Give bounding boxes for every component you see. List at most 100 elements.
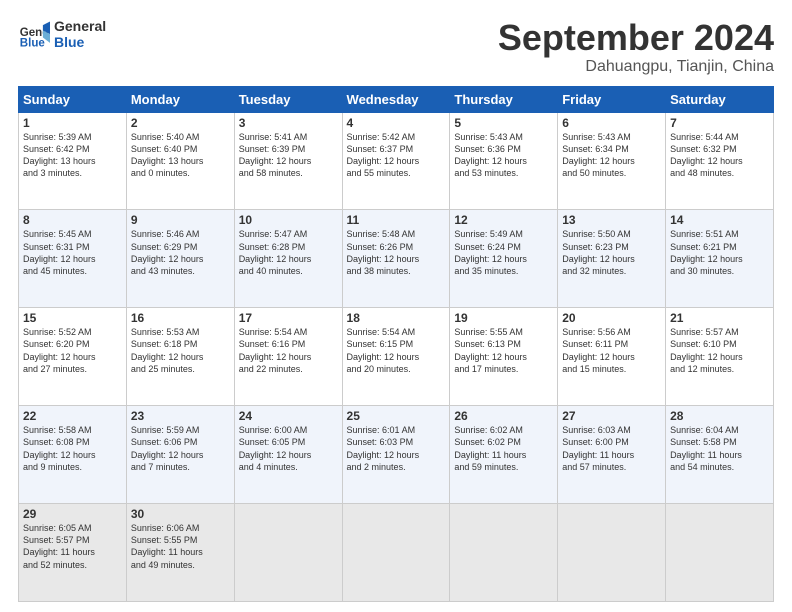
calendar-day-cell: 13Sunrise: 5:50 AM Sunset: 6:23 PM Dayli… <box>558 210 666 308</box>
calendar-empty-cell <box>450 504 558 602</box>
day-info: Sunrise: 5:58 AM Sunset: 6:08 PM Dayligh… <box>23 424 122 473</box>
day-number: 1 <box>23 116 122 130</box>
calendar-empty-cell <box>342 504 450 602</box>
calendar-week-row: 22Sunrise: 5:58 AM Sunset: 6:08 PM Dayli… <box>19 406 774 504</box>
day-number: 26 <box>454 409 553 423</box>
calendar-day-cell: 10Sunrise: 5:47 AM Sunset: 6:28 PM Dayli… <box>234 210 342 308</box>
calendar-day-cell: 22Sunrise: 5:58 AM Sunset: 6:08 PM Dayli… <box>19 406 127 504</box>
day-info: Sunrise: 6:00 AM Sunset: 6:05 PM Dayligh… <box>239 424 338 473</box>
calendar-day-cell: 21Sunrise: 5:57 AM Sunset: 6:10 PM Dayli… <box>666 308 774 406</box>
day-info: Sunrise: 5:54 AM Sunset: 6:16 PM Dayligh… <box>239 326 338 375</box>
logo-line2: Blue <box>54 34 106 50</box>
day-header-thursday: Thursday <box>450 86 558 112</box>
day-info: Sunrise: 5:52 AM Sunset: 6:20 PM Dayligh… <box>23 326 122 375</box>
calendar-day-cell: 2Sunrise: 5:40 AM Sunset: 6:40 PM Daylig… <box>126 112 234 210</box>
calendar-day-cell: 28Sunrise: 6:04 AM Sunset: 5:58 PM Dayli… <box>666 406 774 504</box>
day-info: Sunrise: 5:53 AM Sunset: 6:18 PM Dayligh… <box>131 326 230 375</box>
day-number: 23 <box>131 409 230 423</box>
day-header-friday: Friday <box>558 86 666 112</box>
day-number: 5 <box>454 116 553 130</box>
day-info: Sunrise: 5:50 AM Sunset: 6:23 PM Dayligh… <box>562 228 661 277</box>
calendar-empty-cell <box>234 504 342 602</box>
day-header-tuesday: Tuesday <box>234 86 342 112</box>
calendar-day-cell: 26Sunrise: 6:02 AM Sunset: 6:02 PM Dayli… <box>450 406 558 504</box>
logo: General Blue General Blue <box>18 18 106 50</box>
location: Dahuangpu, Tianjin, China <box>498 58 774 76</box>
day-info: Sunrise: 5:51 AM Sunset: 6:21 PM Dayligh… <box>670 228 769 277</box>
day-info: Sunrise: 5:41 AM Sunset: 6:39 PM Dayligh… <box>239 131 338 180</box>
calendar-day-cell: 30Sunrise: 6:06 AM Sunset: 5:55 PM Dayli… <box>126 504 234 602</box>
calendar-day-cell: 9Sunrise: 5:46 AM Sunset: 6:29 PM Daylig… <box>126 210 234 308</box>
day-info: Sunrise: 6:06 AM Sunset: 5:55 PM Dayligh… <box>131 522 230 571</box>
calendar-day-cell: 24Sunrise: 6:00 AM Sunset: 6:05 PM Dayli… <box>234 406 342 504</box>
day-info: Sunrise: 6:04 AM Sunset: 5:58 PM Dayligh… <box>670 424 769 473</box>
calendar-day-cell: 1Sunrise: 5:39 AM Sunset: 6:42 PM Daylig… <box>19 112 127 210</box>
calendar-day-cell: 5Sunrise: 5:43 AM Sunset: 6:36 PM Daylig… <box>450 112 558 210</box>
logo-line1: General <box>54 18 106 34</box>
day-info: Sunrise: 5:46 AM Sunset: 6:29 PM Dayligh… <box>131 228 230 277</box>
day-header-monday: Monday <box>126 86 234 112</box>
day-number: 18 <box>347 311 446 325</box>
day-info: Sunrise: 5:56 AM Sunset: 6:11 PM Dayligh… <box>562 326 661 375</box>
header: General Blue General Blue September 2024… <box>18 18 774 76</box>
day-info: Sunrise: 6:03 AM Sunset: 6:00 PM Dayligh… <box>562 424 661 473</box>
day-number: 17 <box>239 311 338 325</box>
calendar-empty-cell <box>558 504 666 602</box>
day-info: Sunrise: 5:54 AM Sunset: 6:15 PM Dayligh… <box>347 326 446 375</box>
calendar-day-cell: 17Sunrise: 5:54 AM Sunset: 6:16 PM Dayli… <box>234 308 342 406</box>
day-number: 19 <box>454 311 553 325</box>
calendar-day-cell: 23Sunrise: 5:59 AM Sunset: 6:06 PM Dayli… <box>126 406 234 504</box>
day-number: 13 <box>562 213 661 227</box>
day-number: 28 <box>670 409 769 423</box>
calendar-day-cell: 3Sunrise: 5:41 AM Sunset: 6:39 PM Daylig… <box>234 112 342 210</box>
day-number: 12 <box>454 213 553 227</box>
calendar-day-cell: 7Sunrise: 5:44 AM Sunset: 6:32 PM Daylig… <box>666 112 774 210</box>
calendar-week-row: 29Sunrise: 6:05 AM Sunset: 5:57 PM Dayli… <box>19 504 774 602</box>
day-number: 7 <box>670 116 769 130</box>
calendar-day-cell: 19Sunrise: 5:55 AM Sunset: 6:13 PM Dayli… <box>450 308 558 406</box>
day-header-saturday: Saturday <box>666 86 774 112</box>
calendar-table: SundayMondayTuesdayWednesdayThursdayFrid… <box>18 86 774 602</box>
day-number: 2 <box>131 116 230 130</box>
day-info: Sunrise: 5:45 AM Sunset: 6:31 PM Dayligh… <box>23 228 122 277</box>
title-block: September 2024 Dahuangpu, Tianjin, China <box>498 18 774 76</box>
calendar-day-cell: 6Sunrise: 5:43 AM Sunset: 6:34 PM Daylig… <box>558 112 666 210</box>
calendar-day-cell: 4Sunrise: 5:42 AM Sunset: 6:37 PM Daylig… <box>342 112 450 210</box>
day-number: 22 <box>23 409 122 423</box>
day-info: Sunrise: 5:43 AM Sunset: 6:36 PM Dayligh… <box>454 131 553 180</box>
calendar-day-cell: 15Sunrise: 5:52 AM Sunset: 6:20 PM Dayli… <box>19 308 127 406</box>
calendar-day-cell: 25Sunrise: 6:01 AM Sunset: 6:03 PM Dayli… <box>342 406 450 504</box>
day-number: 8 <box>23 213 122 227</box>
day-number: 14 <box>670 213 769 227</box>
page: General Blue General Blue September 2024… <box>0 0 792 612</box>
day-number: 27 <box>562 409 661 423</box>
day-info: Sunrise: 5:59 AM Sunset: 6:06 PM Dayligh… <box>131 424 230 473</box>
day-info: Sunrise: 5:42 AM Sunset: 6:37 PM Dayligh… <box>347 131 446 180</box>
day-info: Sunrise: 5:57 AM Sunset: 6:10 PM Dayligh… <box>670 326 769 375</box>
calendar-day-cell: 18Sunrise: 5:54 AM Sunset: 6:15 PM Dayli… <box>342 308 450 406</box>
day-number: 3 <box>239 116 338 130</box>
day-info: Sunrise: 6:05 AM Sunset: 5:57 PM Dayligh… <box>23 522 122 571</box>
day-number: 21 <box>670 311 769 325</box>
day-info: Sunrise: 5:47 AM Sunset: 6:28 PM Dayligh… <box>239 228 338 277</box>
day-info: Sunrise: 5:55 AM Sunset: 6:13 PM Dayligh… <box>454 326 553 375</box>
calendar-day-cell: 20Sunrise: 5:56 AM Sunset: 6:11 PM Dayli… <box>558 308 666 406</box>
day-info: Sunrise: 5:49 AM Sunset: 6:24 PM Dayligh… <box>454 228 553 277</box>
calendar-empty-cell <box>666 504 774 602</box>
day-number: 29 <box>23 507 122 521</box>
calendar-day-cell: 16Sunrise: 5:53 AM Sunset: 6:18 PM Dayli… <box>126 308 234 406</box>
day-header-wednesday: Wednesday <box>342 86 450 112</box>
day-header-sunday: Sunday <box>19 86 127 112</box>
month-title: September 2024 <box>498 18 774 58</box>
day-info: Sunrise: 5:48 AM Sunset: 6:26 PM Dayligh… <box>347 228 446 277</box>
day-number: 25 <box>347 409 446 423</box>
calendar-week-row: 15Sunrise: 5:52 AM Sunset: 6:20 PM Dayli… <box>19 308 774 406</box>
calendar-week-row: 1Sunrise: 5:39 AM Sunset: 6:42 PM Daylig… <box>19 112 774 210</box>
calendar-day-cell: 29Sunrise: 6:05 AM Sunset: 5:57 PM Dayli… <box>19 504 127 602</box>
calendar-day-cell: 8Sunrise: 5:45 AM Sunset: 6:31 PM Daylig… <box>19 210 127 308</box>
day-number: 30 <box>131 507 230 521</box>
calendar-body: 1Sunrise: 5:39 AM Sunset: 6:42 PM Daylig… <box>19 112 774 601</box>
calendar-day-cell: 11Sunrise: 5:48 AM Sunset: 6:26 PM Dayli… <box>342 210 450 308</box>
day-info: Sunrise: 5:40 AM Sunset: 6:40 PM Dayligh… <box>131 131 230 180</box>
svg-text:Blue: Blue <box>20 37 46 49</box>
